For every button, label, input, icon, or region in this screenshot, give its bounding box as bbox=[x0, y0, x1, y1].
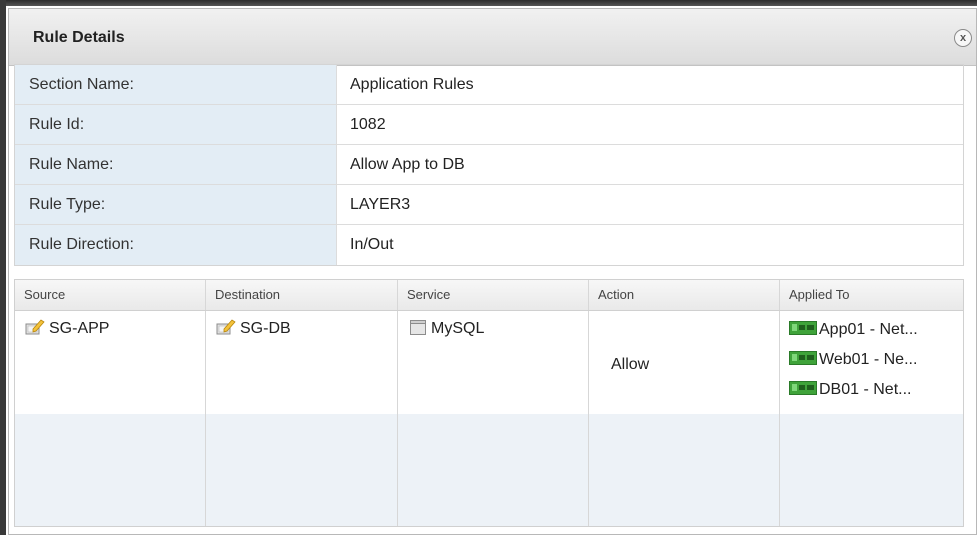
security-group-icon bbox=[25, 318, 45, 341]
property-value: In/Out bbox=[350, 236, 394, 253]
property-label: Rule Name: bbox=[15, 145, 337, 184]
property-value: LAYER3 bbox=[350, 196, 411, 213]
grid-body: SG-APP SG-DB MySQL Allow App01 - Net... … bbox=[15, 311, 963, 526]
source-cell: SG-APP bbox=[25, 317, 109, 341]
property-row-rule-type: Rule Type: LAYER3 bbox=[15, 185, 963, 225]
property-row-rule-direction: Rule Direction: In/Out bbox=[15, 225, 963, 265]
network-adapter-icon bbox=[789, 320, 817, 341]
applied-to-label: DB01 - Net... bbox=[819, 381, 912, 398]
property-label: Rule Type: bbox=[15, 185, 337, 224]
applied-to-item: App01 - Net... bbox=[789, 315, 918, 345]
destination-value: SG-DB bbox=[240, 320, 291, 337]
network-adapter-icon bbox=[789, 350, 817, 371]
column-header-service[interactable]: Service bbox=[398, 280, 589, 310]
property-label: Section Name: bbox=[15, 65, 337, 104]
window-frame-left bbox=[0, 0, 6, 535]
column-header-action[interactable]: Action bbox=[589, 280, 780, 310]
grid-header: Source Destination Service Action Applie… bbox=[15, 280, 963, 311]
property-value: 1082 bbox=[350, 116, 386, 133]
property-value: Application Rules bbox=[350, 76, 474, 93]
applied-to-item: Web01 - Ne... bbox=[789, 345, 918, 375]
property-label: Rule Direction: bbox=[15, 225, 337, 265]
applied-to-item: DB01 - Net... bbox=[789, 375, 918, 405]
property-row-section-name: Section Name: Application Rules bbox=[15, 65, 963, 105]
action-cell: Allow bbox=[611, 353, 649, 377]
source-value: SG-APP bbox=[49, 320, 110, 337]
dialog-titlebar: Rule Details x bbox=[9, 9, 976, 66]
property-row-rule-id: Rule Id: 1082 bbox=[15, 105, 963, 145]
column-header-applied-to[interactable]: Applied To bbox=[780, 280, 963, 310]
security-group-icon bbox=[216, 318, 236, 341]
property-row-rule-name: Rule Name: Allow App to DB bbox=[15, 145, 963, 185]
property-value: Allow App to DB bbox=[350, 156, 465, 173]
window-frame-top bbox=[0, 0, 977, 6]
service-icon bbox=[409, 318, 427, 341]
rule-properties-table: Section Name: Application Rules Rule Id:… bbox=[14, 64, 964, 266]
network-adapter-icon bbox=[789, 380, 817, 401]
dialog-title: Rule Details bbox=[33, 29, 125, 46]
column-header-source[interactable]: Source bbox=[15, 280, 206, 310]
service-cell: MySQL bbox=[409, 317, 484, 341]
applied-to-label: App01 - Net... bbox=[819, 321, 918, 338]
column-header-destination[interactable]: Destination bbox=[206, 280, 398, 310]
applied-to-cell: App01 - Net... Web01 - Ne... DB01 - Net.… bbox=[789, 315, 918, 405]
action-value: Allow bbox=[611, 356, 650, 373]
rule-grid: Source Destination Service Action Applie… bbox=[14, 279, 964, 527]
service-value: MySQL bbox=[431, 320, 485, 337]
destination-cell: SG-DB bbox=[216, 317, 291, 341]
close-button[interactable]: x bbox=[954, 29, 972, 47]
applied-to-label: Web01 - Ne... bbox=[819, 351, 918, 368]
property-label: Rule Id: bbox=[15, 105, 337, 144]
